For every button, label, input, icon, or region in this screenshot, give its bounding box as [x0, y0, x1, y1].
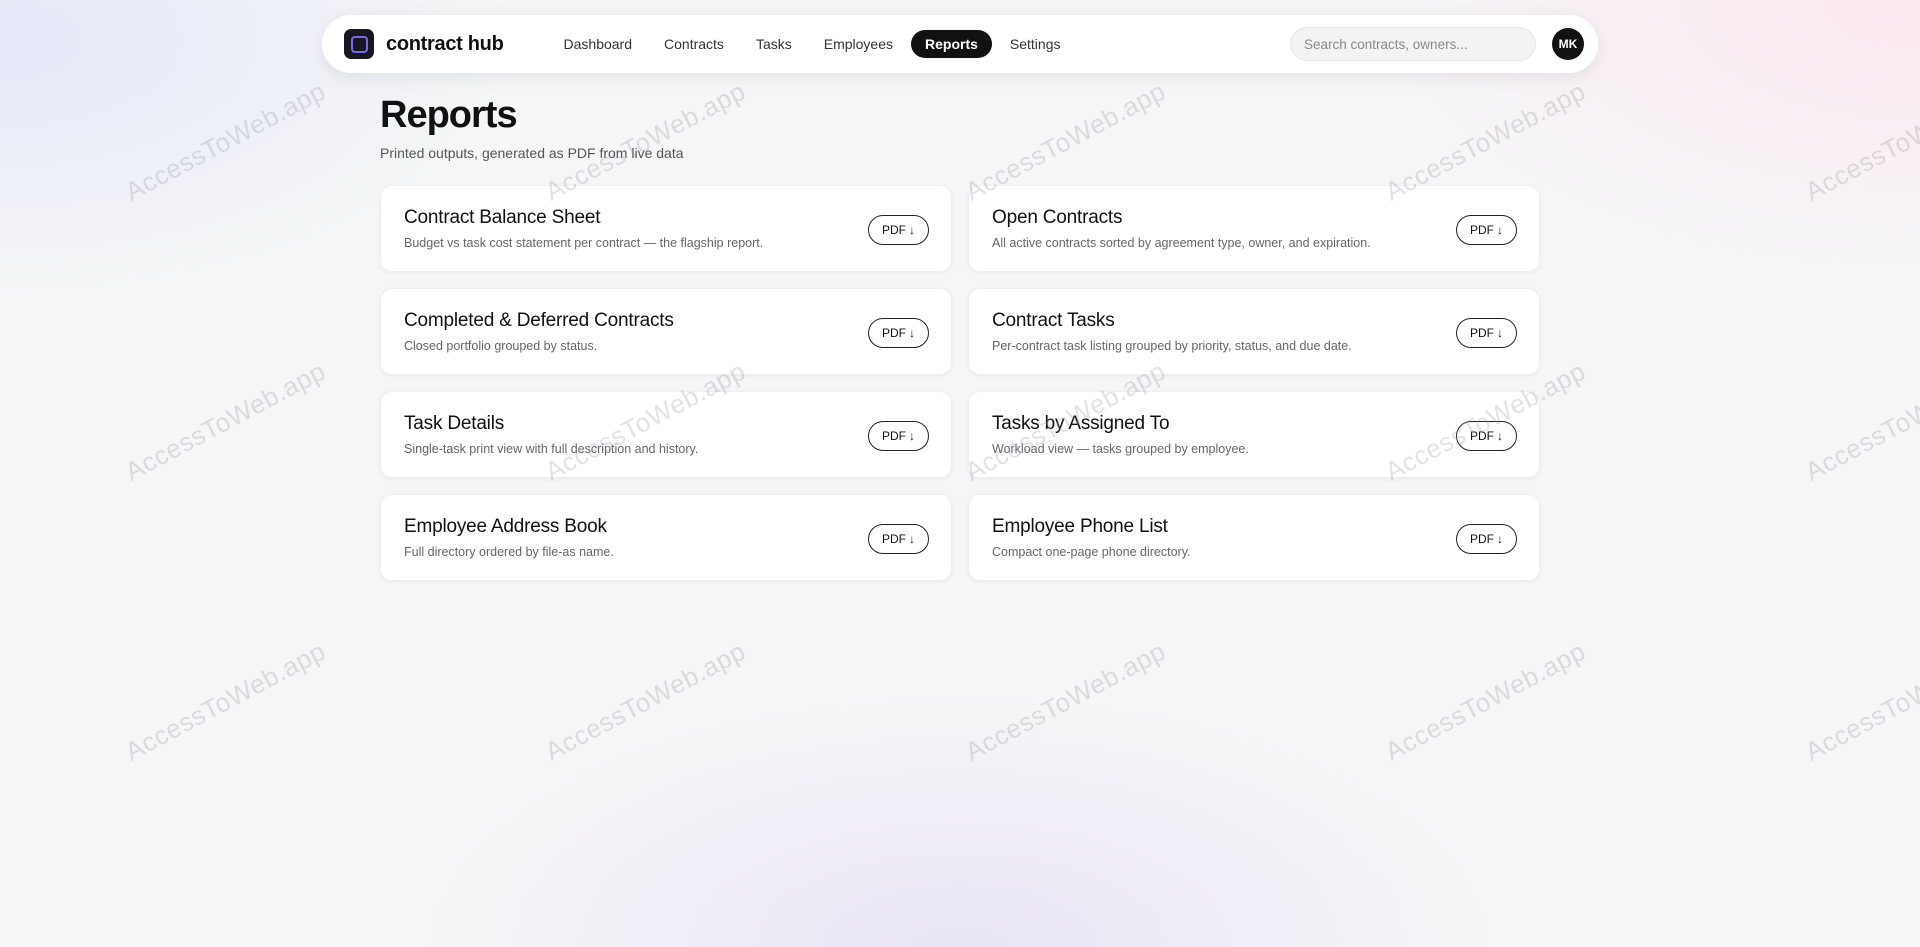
report-card-completed-deferred-contracts: Completed & Deferred Contracts Closed po… — [380, 288, 952, 375]
report-description: Single-task print view with full descrip… — [404, 442, 699, 456]
nav-item-settings[interactable]: Settings — [996, 30, 1075, 58]
download-arrow-icon: ↓ — [909, 223, 915, 237]
nav-item-employees[interactable]: Employees — [810, 30, 907, 58]
nav-item-contracts[interactable]: Contracts — [650, 30, 738, 58]
pdf-download-button[interactable]: PDF ↓ — [1456, 524, 1517, 554]
watermark: AccessToWeb.app — [1800, 635, 1920, 767]
download-arrow-icon: ↓ — [909, 532, 915, 546]
pdf-button-label: PDF — [882, 223, 906, 237]
page-subtitle: Printed outputs, generated as PDF from l… — [380, 145, 684, 161]
pdf-button-label: PDF — [882, 429, 906, 443]
pdf-button-label: PDF — [1470, 532, 1494, 546]
reports-grid: Contract Balance Sheet Budget vs task co… — [380, 185, 1540, 581]
pdf-download-button[interactable]: PDF ↓ — [1456, 318, 1517, 348]
report-card-employee-phone-list: Employee Phone List Compact one-page pho… — [968, 494, 1540, 581]
pdf-download-button[interactable]: PDF ↓ — [868, 524, 929, 554]
app-logo[interactable]: contract hub — [344, 29, 504, 59]
pdf-button-label: PDF — [1470, 326, 1494, 340]
report-description: Workload view — tasks grouped by employe… — [992, 442, 1249, 456]
page-title: Reports — [380, 94, 518, 136]
search-input[interactable] — [1290, 27, 1536, 61]
download-arrow-icon: ↓ — [1497, 429, 1503, 443]
watermark: AccessToWeb.app — [540, 635, 751, 767]
report-card-tasks-by-assigned-to: Tasks by Assigned To Workload view — tas… — [968, 391, 1540, 478]
pdf-download-button[interactable]: PDF ↓ — [868, 421, 929, 451]
download-arrow-icon: ↓ — [909, 429, 915, 443]
report-card-contract-tasks: Contract Tasks Per-contract task listing… — [968, 288, 1540, 375]
nav-item-tasks[interactable]: Tasks — [742, 30, 806, 58]
report-card-open-contracts: Open Contracts All active contracts sort… — [968, 185, 1540, 272]
download-arrow-icon: ↓ — [1497, 223, 1503, 237]
app-name: contract hub — [386, 32, 504, 55]
report-description: Compact one-page phone directory. — [992, 545, 1191, 559]
pdf-download-button[interactable]: PDF ↓ — [1456, 215, 1517, 245]
report-card-employee-address-book: Employee Address Book Full directory ord… — [380, 494, 952, 581]
watermark: AccessToWeb.app — [1380, 635, 1591, 767]
download-arrow-icon: ↓ — [909, 326, 915, 340]
download-arrow-icon: ↓ — [1497, 532, 1503, 546]
watermark: AccessToWeb.app — [120, 355, 331, 487]
watermark: AccessToWeb.app — [960, 635, 1171, 767]
pdf-download-button[interactable]: PDF ↓ — [868, 215, 929, 245]
pdf-button-label: PDF — [1470, 429, 1494, 443]
watermark: AccessToWeb.app — [120, 75, 331, 207]
watermark: AccessToWeb.app — [1800, 75, 1920, 207]
pdf-button-label: PDF — [1470, 223, 1494, 237]
nav-item-dashboard[interactable]: Dashboard — [550, 30, 647, 58]
watermark: AccessToWeb.app — [1800, 355, 1920, 487]
report-description: Per-contract task listing grouped by pri… — [992, 339, 1352, 353]
pdf-download-button[interactable]: PDF ↓ — [1456, 421, 1517, 451]
report-description: All active contracts sorted by agreement… — [992, 236, 1371, 250]
pdf-button-label: PDF — [882, 326, 906, 340]
pdf-download-button[interactable]: PDF ↓ — [868, 318, 929, 348]
report-card-contract-balance-sheet: Contract Balance Sheet Budget vs task co… — [380, 185, 952, 272]
report-description: Closed portfolio grouped by status. — [404, 339, 598, 353]
main-nav: Dashboard Contracts Tasks Employees Repo… — [550, 30, 1079, 58]
watermark: AccessToWeb.app — [120, 635, 331, 767]
app-logo-icon — [344, 29, 374, 59]
download-arrow-icon: ↓ — [1497, 326, 1503, 340]
report-description: Full directory ordered by file-as name. — [404, 545, 614, 559]
nav-item-reports[interactable]: Reports — [911, 30, 992, 58]
user-avatar[interactable]: MK — [1552, 28, 1584, 60]
top-navbar: contract hub Dashboard Contracts Tasks E… — [322, 15, 1598, 73]
report-card-task-details: Task Details Single-task print view with… — [380, 391, 952, 478]
report-description: Budget vs task cost statement per contra… — [404, 236, 764, 250]
pdf-button-label: PDF — [882, 532, 906, 546]
